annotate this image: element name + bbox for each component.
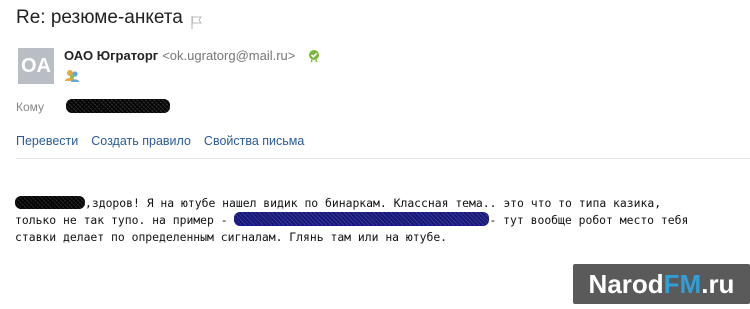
watermark-logo: Narod FM .ru (573, 264, 750, 304)
sender-name[interactable]: ОАО Юграторг (64, 48, 158, 63)
body-line-2-start: только не так тупо. на пример - (15, 213, 235, 227)
create-rule-link[interactable]: Создать правило (91, 134, 191, 148)
to-label: Кому (16, 100, 45, 114)
body-line-2-end: - тут вообще робот место тебя (489, 213, 689, 227)
message-subject: Re: резюме-анкета (16, 7, 183, 28)
translate-link[interactable]: Перевести (16, 134, 78, 148)
flag-icon[interactable] (191, 13, 202, 29)
sender-email[interactable]: <ok.ugratorg@mail.ru> (162, 48, 295, 63)
watermark-part-3: .ru (701, 268, 735, 299)
watermark-part-1: Narod (588, 268, 664, 299)
contacts-icon[interactable] (64, 68, 80, 84)
sender-row: ОАО Юграторг <ok.ugratorg@mail.ru> (64, 48, 321, 63)
body-line-1: ,здоров! Я на ютубе нашел видик по бинар… (85, 196, 662, 210)
recipient-redacted (66, 99, 170, 113)
verified-badge-icon (307, 49, 321, 63)
greeting-redacted (15, 196, 85, 209)
message-body: ,здоров! Я на ютубе нашел видик по бинар… (15, 195, 750, 246)
divider (16, 158, 750, 159)
body-line-3: ставки делает по определенным сигналам. … (15, 230, 448, 244)
watermark-part-2: FM (663, 268, 702, 299)
message-subject-row: Re: резюме-анкета (16, 7, 202, 29)
body-link-redacted[interactable] (234, 212, 490, 226)
message-properties-link[interactable]: Свойства письма (204, 134, 304, 148)
avatar: OA (18, 48, 54, 84)
message-actions: Перевести Создать правило Свойства письм… (16, 134, 304, 148)
